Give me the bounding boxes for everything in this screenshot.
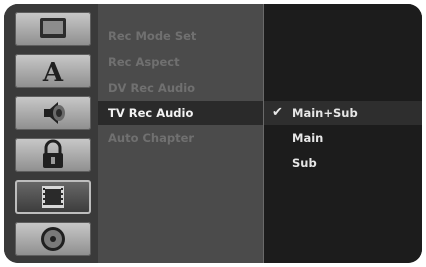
record-settings-menu: Rec Mode Set Rec Aspect DV Rec Audio TV … bbox=[98, 4, 263, 263]
menu-item-label: Rec Aspect bbox=[108, 55, 180, 69]
language-icon[interactable]: A bbox=[15, 54, 91, 88]
menu-item-rec-mode-set[interactable]: Rec Mode Set bbox=[98, 24, 263, 48]
option-sub[interactable]: Sub bbox=[264, 151, 422, 175]
menu-item-label: DV Rec Audio bbox=[108, 81, 196, 95]
tv-rec-audio-options: ✔ Main+Sub Main Sub bbox=[263, 4, 422, 263]
menu-item-rec-aspect[interactable]: Rec Aspect bbox=[98, 50, 263, 74]
lock-icon[interactable] bbox=[15, 138, 91, 172]
display-icon[interactable] bbox=[15, 12, 91, 46]
check-icon: ✔ bbox=[272, 105, 283, 120]
menu-item-label: Rec Mode Set bbox=[108, 29, 197, 43]
menu-item-tv-rec-audio[interactable]: TV Rec Audio bbox=[98, 101, 263, 125]
menu-item-dv-rec-audio[interactable]: DV Rec Audio bbox=[98, 76, 263, 100]
menu-item-label: Auto Chapter bbox=[108, 131, 195, 145]
menu-item-auto-chapter[interactable]: Auto Chapter bbox=[98, 126, 263, 150]
category-icon-strip: A bbox=[4, 4, 98, 263]
option-main-sub[interactable]: ✔ Main+Sub bbox=[264, 101, 422, 125]
option-main[interactable]: Main bbox=[264, 126, 422, 150]
film-record-icon[interactable] bbox=[15, 180, 91, 214]
disc-icon[interactable] bbox=[15, 222, 91, 256]
option-label: Sub bbox=[292, 156, 317, 170]
option-label: Main+Sub bbox=[292, 106, 358, 120]
menu-item-label: TV Rec Audio bbox=[108, 106, 194, 120]
option-label: Main bbox=[292, 131, 324, 145]
dvd-setup-screen: A Rec Mode Set Rec Aspect DV Rec Audio T… bbox=[4, 4, 422, 263]
audio-speaker-icon[interactable] bbox=[15, 96, 91, 130]
language-icon-letter: A bbox=[42, 58, 64, 88]
